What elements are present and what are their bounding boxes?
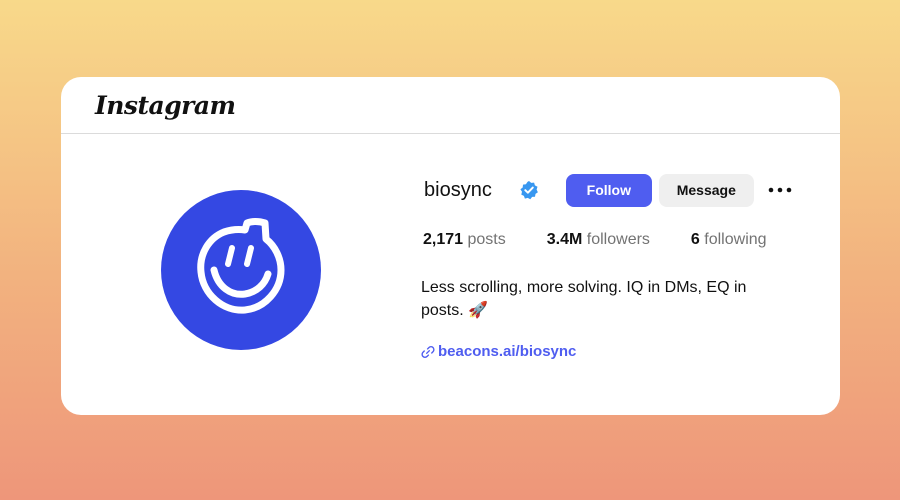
- avatar-background: [161, 190, 321, 350]
- following-label: following: [704, 231, 767, 248]
- instagram-logo[interactable]: Instagram: [95, 91, 236, 120]
- app-header: Instagram: [61, 77, 840, 134]
- profile-stats: 2,171 posts 3.4M followers 6 following: [421, 229, 821, 251]
- bio-link[interactable]: beacons.ai/biosync: [438, 343, 576, 360]
- more-options-icon: [768, 187, 792, 193]
- profile-card: Instagram biosync Follow Message 2,171 p…: [61, 77, 840, 415]
- profile-info: biosync Follow Message 2,171 posts 3.4M …: [421, 173, 821, 360]
- follow-button[interactable]: Follow: [565, 173, 652, 207]
- posts-label: posts: [467, 231, 506, 248]
- bio-link-row: beacons.ai/biosync: [421, 343, 821, 360]
- bio-text: Less scrolling, more solving. IQ in DMs,…: [421, 279, 747, 319]
- followers-stat[interactable]: 3.4M followers: [547, 231, 650, 249]
- followers-count: 3.4M: [546, 231, 583, 248]
- link-icon: [421, 345, 435, 358]
- posts-stat[interactable]: 2,171 posts: [423, 231, 506, 249]
- profile-top-row: biosync Follow Message: [421, 173, 821, 207]
- verified-badge-icon: [520, 181, 538, 200]
- message-button[interactable]: Message: [658, 173, 754, 207]
- posts-count: 2,171: [423, 231, 464, 248]
- following-stat[interactable]: 6 following: [691, 231, 767, 249]
- avatar[interactable]: [161, 190, 321, 350]
- more-options-button[interactable]: [768, 178, 792, 202]
- username: biosync: [424, 178, 492, 201]
- following-count: 6: [690, 231, 700, 248]
- followers-label: followers: [586, 231, 650, 248]
